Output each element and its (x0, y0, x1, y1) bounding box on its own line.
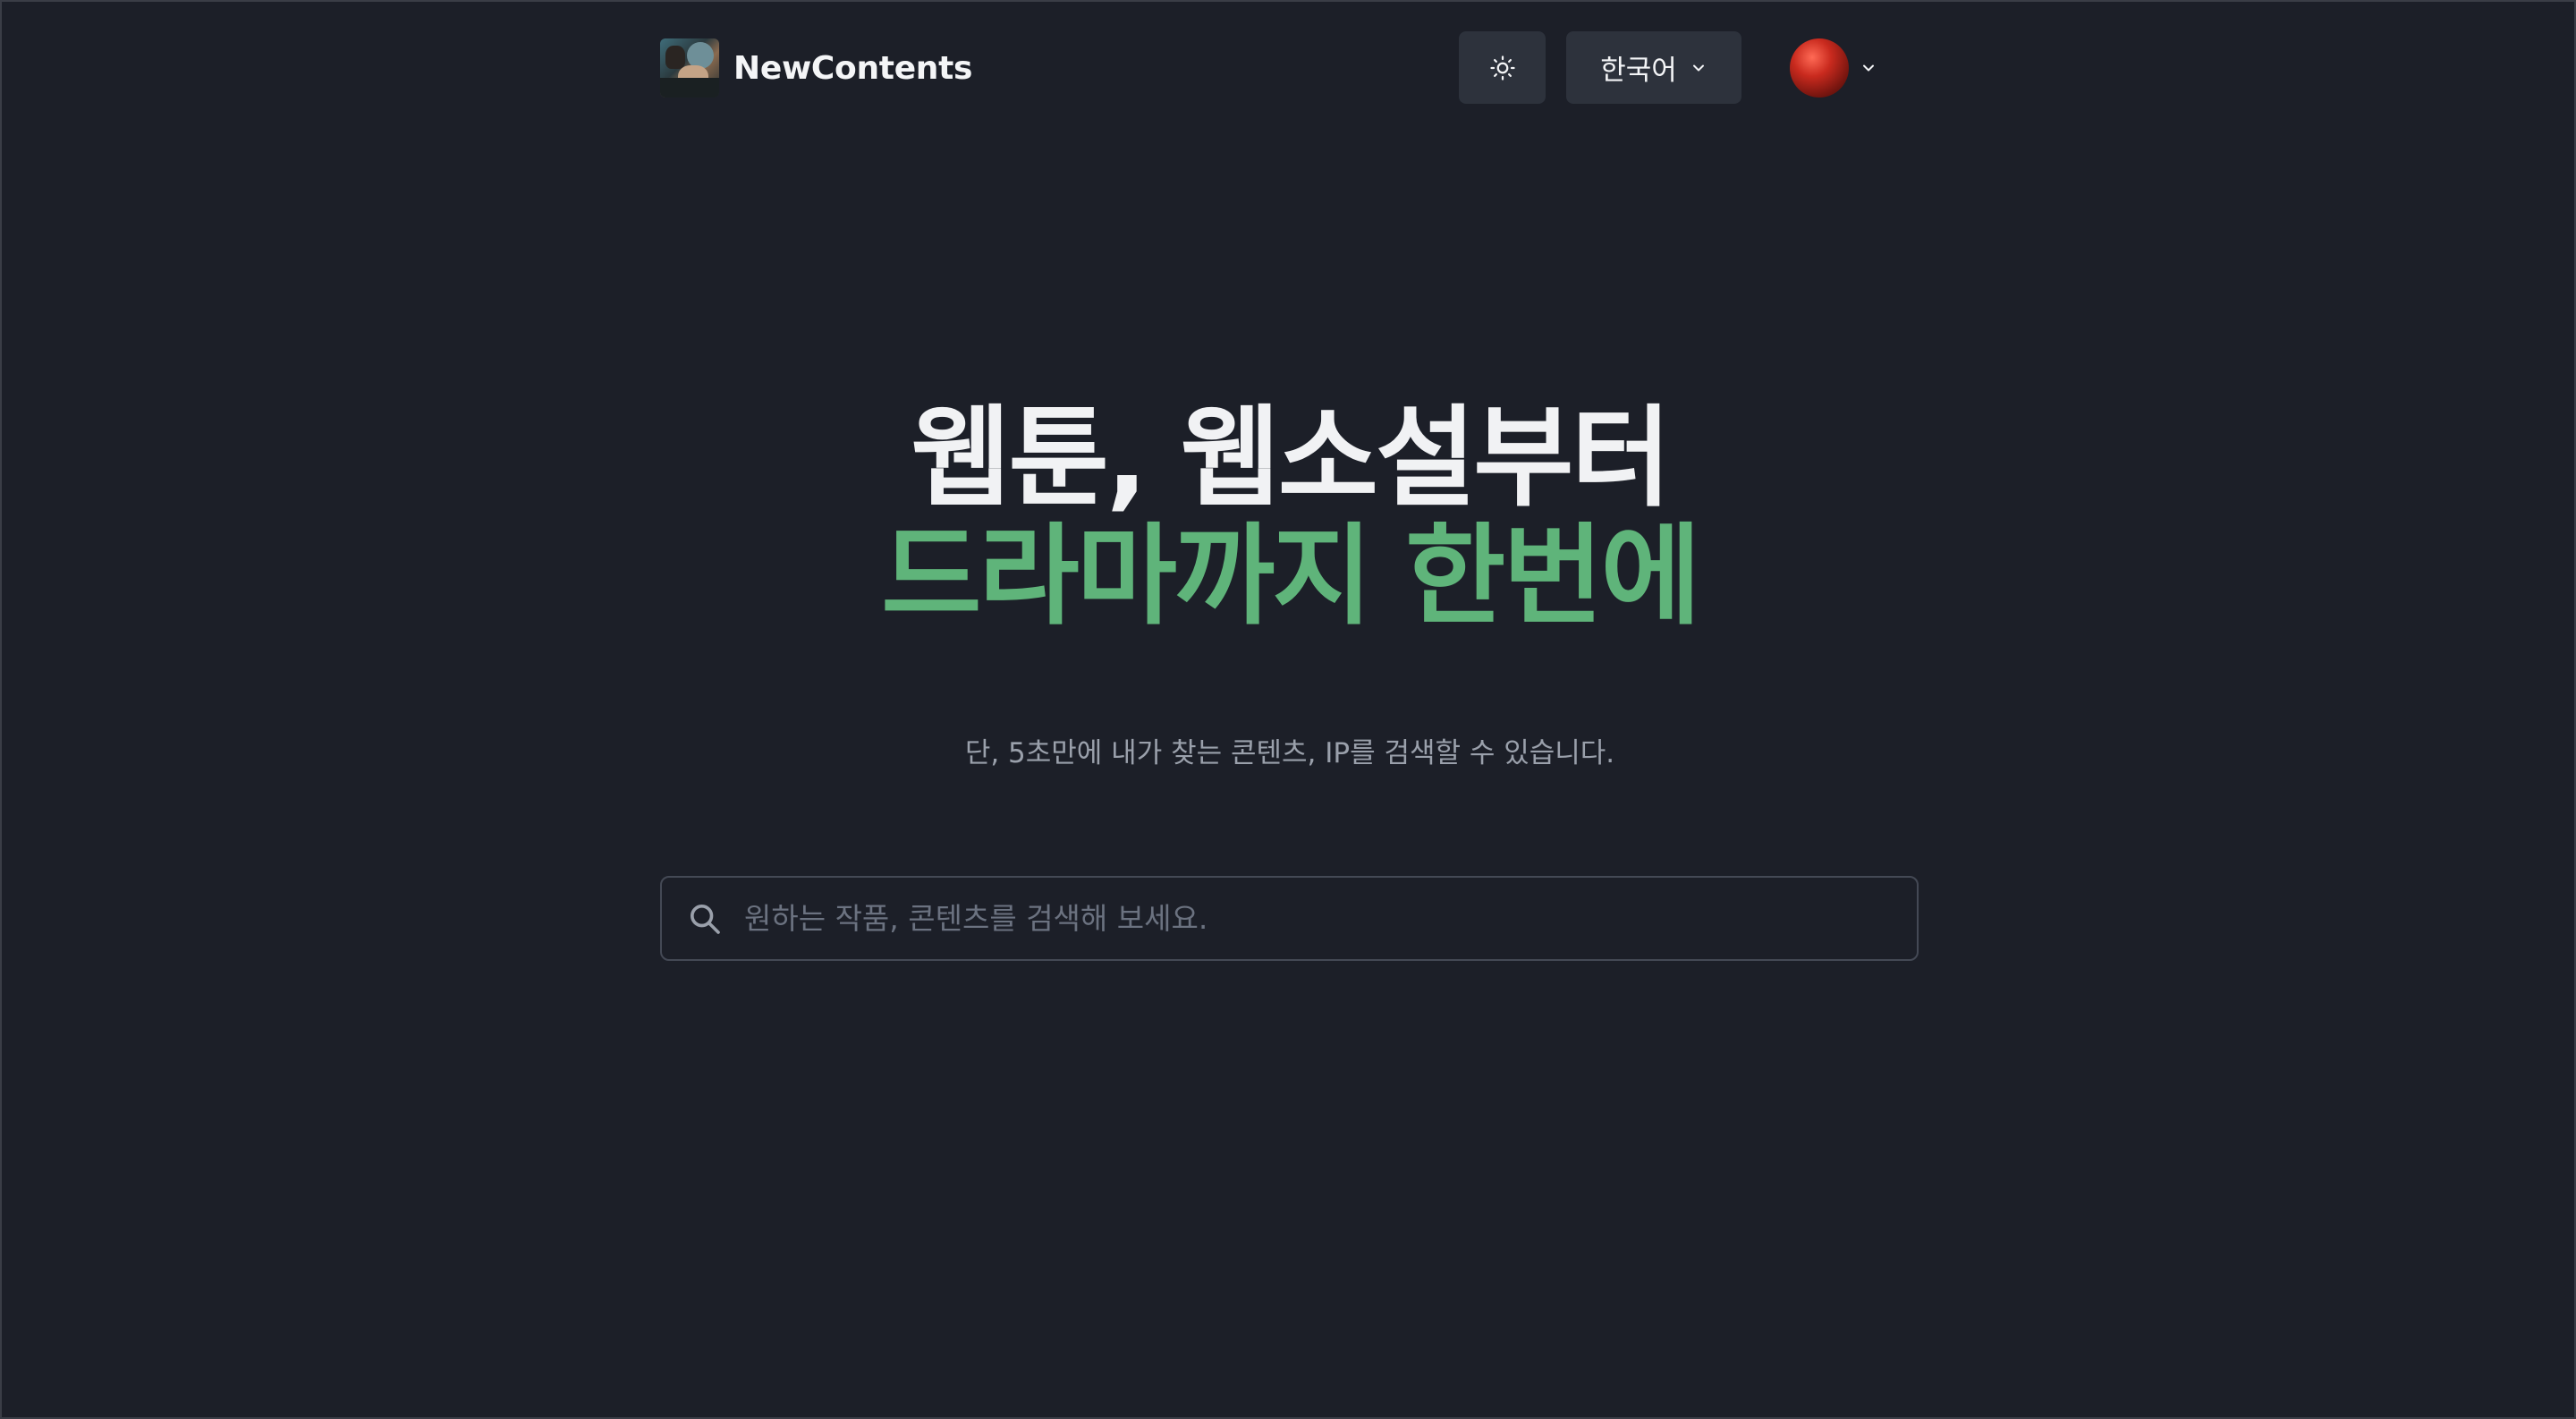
theme-toggle-button[interactable] (1459, 31, 1546, 104)
hero-title-line2: 드라마까지 한번에 (881, 513, 1700, 640)
search-input[interactable] (742, 881, 1917, 956)
chevron-down-icon (1863, 64, 1874, 72)
hero-subtitle: 단, 5초만에 내가 찾는 콘텐츠, IP를 검색할 수 있습니다. (964, 737, 1615, 769)
top-header: NewContents 한국어 (660, 31, 1919, 105)
chevron-down-icon (1692, 64, 1704, 71)
language-selected-label: 한국어 (1600, 55, 1677, 87)
avatar (1790, 38, 1849, 98)
brand-logo-image (660, 38, 719, 98)
search-bar (660, 876, 1919, 961)
hero-title-line1: 웹툰, 웹소설부터 (911, 395, 1672, 522)
brand-logo-link[interactable]: NewContents (660, 38, 972, 98)
language-select-button[interactable]: 한국어 (1566, 31, 1741, 104)
sun-icon (1489, 55, 1515, 81)
profile-menu-button[interactable] (1790, 38, 1877, 98)
search-icon[interactable] (687, 901, 723, 937)
brand-name: NewContents (733, 49, 973, 87)
